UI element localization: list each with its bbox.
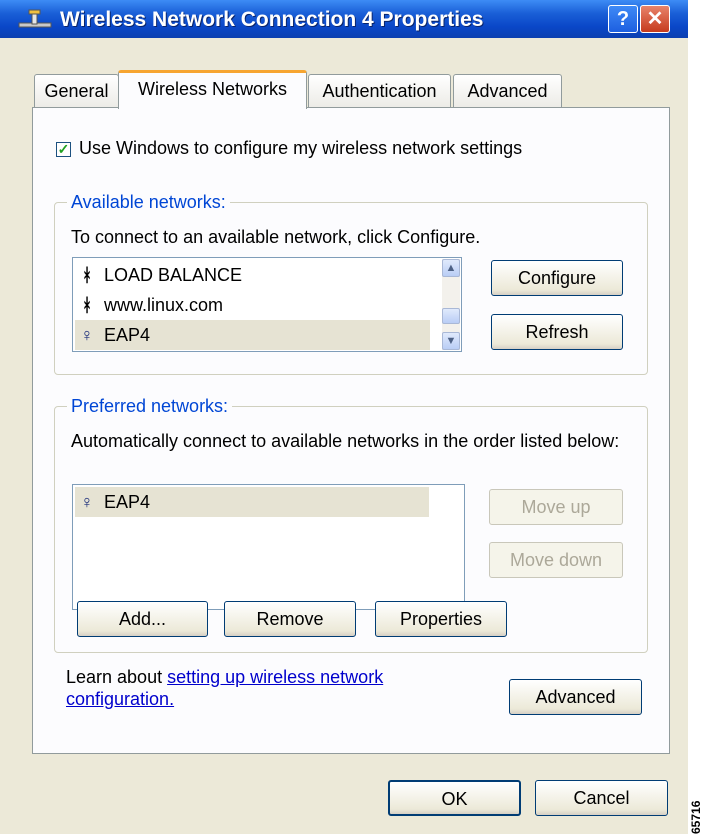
remove-button[interactable]: Remove bbox=[224, 601, 356, 637]
figure-number: 65716 bbox=[689, 800, 701, 834]
network-name: EAP4 bbox=[104, 492, 151, 512]
tab-general[interactable]: General bbox=[34, 74, 119, 108]
learn-link-line1[interactable]: setting up wireless network bbox=[167, 667, 383, 687]
properties-dialog: Wireless Network Connection 4 Properties… bbox=[0, 0, 688, 834]
move-up-button[interactable]: Move up bbox=[489, 489, 623, 525]
help-button[interactable]: ? bbox=[608, 5, 638, 33]
move-down-button[interactable]: Move down bbox=[489, 542, 623, 578]
network-name: EAP4 bbox=[104, 325, 151, 345]
use-windows-label: Use Windows to configure my wireless net… bbox=[79, 138, 523, 158]
network-name: LOAD BALANCE bbox=[104, 265, 243, 285]
close-button[interactable]: ✕ bbox=[640, 5, 670, 33]
add-button[interactable]: Add... bbox=[77, 601, 208, 637]
ok-button[interactable]: OK bbox=[388, 780, 521, 816]
scroll-down-button[interactable]: ▼ bbox=[442, 332, 460, 350]
list-item-selected[interactable]: ♀ EAP4 bbox=[75, 320, 430, 350]
network-connection-icon bbox=[18, 9, 52, 28]
antenna-icon: ᚼ bbox=[81, 265, 93, 285]
available-instruction: To connect to an available network, clic… bbox=[71, 227, 481, 247]
use-windows-checkbox[interactable]: ✓ bbox=[56, 142, 71, 157]
available-networks-label: Available networks: bbox=[67, 192, 230, 213]
learn-about-prefix: Learn about bbox=[66, 667, 168, 687]
list-item[interactable]: ᚼ www.linux.com bbox=[75, 290, 430, 320]
preferred-networks-label: Preferred networks: bbox=[67, 396, 233, 417]
tab-wireless-networks[interactable]: Wireless Networks bbox=[118, 70, 307, 109]
preferred-network-icon: ♀ bbox=[80, 325, 94, 345]
preferred-instruction: Automatically connect to available netwo… bbox=[71, 431, 620, 451]
window-title: Wireless Network Connection 4 Properties bbox=[60, 8, 484, 31]
learn-link-line2[interactable]: configuration. bbox=[66, 689, 174, 709]
learn-about-text: Learn about setting up wireless network … bbox=[66, 666, 383, 710]
antenna-icon: ᚼ bbox=[81, 295, 93, 315]
scroll-up-button[interactable]: ▲ bbox=[442, 259, 460, 277]
available-networks-list[interactable]: ᚼ LOAD BALANCE ᚼ www.linux.com ♀ EAP4 ▲ … bbox=[72, 257, 462, 352]
list-item[interactable]: ᚼ LOAD BALANCE bbox=[75, 260, 430, 290]
wireless-networks-panel: ✓ Use Windows to configure my wireless n… bbox=[32, 107, 670, 754]
title-bar[interactable]: Wireless Network Connection 4 Properties… bbox=[0, 0, 688, 38]
preferred-networks-list[interactable]: ♀ EAP4 bbox=[72, 484, 465, 610]
configure-button[interactable]: Configure bbox=[491, 260, 623, 296]
scroll-thumb[interactable] bbox=[442, 308, 460, 324]
list-item-selected[interactable]: ♀ EAP4 bbox=[75, 487, 429, 517]
available-scrollbar[interactable]: ▲ ▼ bbox=[442, 259, 460, 350]
cancel-button[interactable]: Cancel bbox=[535, 780, 668, 816]
tab-advanced[interactable]: Advanced bbox=[453, 74, 562, 108]
network-name: www.linux.com bbox=[104, 295, 224, 315]
preferred-network-icon: ♀ bbox=[80, 492, 94, 512]
properties-button[interactable]: Properties bbox=[375, 601, 507, 637]
refresh-button[interactable]: Refresh bbox=[491, 314, 623, 350]
advanced-button[interactable]: Advanced bbox=[509, 679, 642, 715]
tab-authentication[interactable]: Authentication bbox=[308, 74, 451, 108]
